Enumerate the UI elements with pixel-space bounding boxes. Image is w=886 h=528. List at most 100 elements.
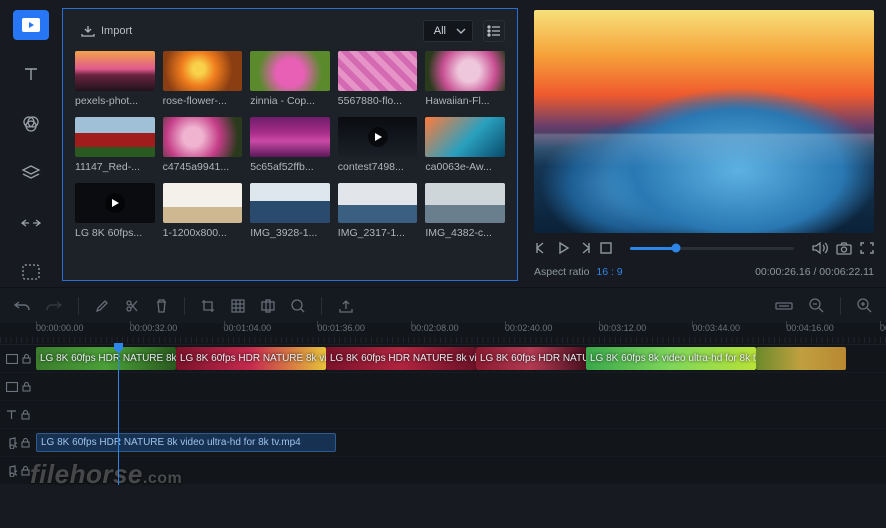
text-track xyxy=(0,401,886,429)
delete-button[interactable] xyxy=(155,299,168,313)
media-item[interactable]: LG 8K 60fps... xyxy=(75,183,155,239)
playhead[interactable] xyxy=(118,345,119,485)
media-item-label: IMG_4382-c... xyxy=(425,227,505,239)
video-track-icon xyxy=(6,354,18,364)
media-thumbnail xyxy=(75,51,155,91)
media-thumbnail xyxy=(338,117,418,157)
timeline-clip[interactable]: LG 8K 60fps 8k video ultra-hd for 8k tv.… xyxy=(586,347,756,370)
media-item[interactable]: 5c65af52ffb... xyxy=(250,117,330,173)
timeline-toolbar xyxy=(0,287,886,323)
media-thumbnail xyxy=(163,51,243,91)
media-item[interactable]: IMG_3928-1... xyxy=(250,183,330,239)
zoom-in-button[interactable] xyxy=(857,298,872,313)
stop-button[interactable] xyxy=(600,242,612,254)
export-button[interactable] xyxy=(338,299,354,313)
timeline-ruler[interactable]: 00:00:00.0000:00:32.0000:01:04.0000:01:3… xyxy=(0,323,886,345)
snapshot-button[interactable] xyxy=(836,242,852,255)
mosaic-button[interactable] xyxy=(231,299,245,313)
video-track-body[interactable]: LG 8K 60fps HDR NATURE 8k videoLG 8K 60f… xyxy=(36,345,886,372)
media-item[interactable]: 5567880-flo... xyxy=(338,51,418,107)
timeline-clip[interactable] xyxy=(756,347,846,370)
overlay-track xyxy=(0,373,886,401)
zoom-out-button[interactable] xyxy=(809,298,824,313)
lock-icon[interactable] xyxy=(21,410,30,420)
ruler-tick: 00:04:16.00 xyxy=(786,323,834,333)
media-thumbnail xyxy=(425,117,505,157)
mute-button[interactable] xyxy=(812,241,828,255)
media-item[interactable]: zinnia - Cop... xyxy=(250,51,330,107)
rail-overlays-button[interactable] xyxy=(13,159,49,189)
media-thumbnail xyxy=(250,183,330,223)
media-item-label: Hawaiian-Fl... xyxy=(425,95,505,107)
media-item[interactable]: 1-1200x800... xyxy=(163,183,243,239)
media-thumbnail xyxy=(163,117,243,157)
audio-track-icon xyxy=(6,437,17,449)
overlay-track-icon xyxy=(6,382,18,392)
media-item[interactable]: rose-flower-... xyxy=(163,51,243,107)
media-thumbnail xyxy=(250,51,330,91)
timeline-clip[interactable]: LG 8K 60fps HDR NATURE 8k video xyxy=(176,347,326,370)
lock-icon[interactable] xyxy=(21,466,30,476)
audio-clip[interactable]: LG 8K 60fps HDR NATURE 8k video ultra-hd… xyxy=(36,433,336,452)
undo-button[interactable] xyxy=(14,300,30,312)
play-button[interactable] xyxy=(556,241,570,255)
media-item[interactable]: contest7498... xyxy=(338,117,418,173)
redo-button[interactable] xyxy=(46,300,62,312)
media-thumbnail xyxy=(425,183,505,223)
media-item-label: LG 8K 60fps... xyxy=(75,227,155,239)
rail-text-button[interactable] xyxy=(13,60,49,90)
view-mode-button[interactable] xyxy=(483,20,505,42)
audio-track-body[interactable]: LG 8K 60fps HDR NATURE 8k video ultra-hd… xyxy=(36,429,886,456)
ruler-tick: 00:04:48. xyxy=(880,323,886,333)
media-item-label: 1-1200x800... xyxy=(163,227,243,239)
volume-slider[interactable] xyxy=(630,247,794,250)
media-item-label: ca0063e-Aw... xyxy=(425,161,505,173)
media-thumbnail xyxy=(425,51,505,91)
timeline-clip[interactable]: LG 8K 60fps HDR NATURE 8k video xyxy=(326,347,476,370)
preview-controls xyxy=(534,233,874,263)
media-item-label: rose-flower-... xyxy=(163,95,243,107)
ruler-tick: 00:03:12.00 xyxy=(599,323,647,333)
media-item[interactable]: IMG_2317-1... xyxy=(338,183,418,239)
lock-icon[interactable] xyxy=(22,382,31,392)
aspect-ratio-value[interactable]: 16 : 9 xyxy=(596,266,622,278)
media-item-label: pexels-phot... xyxy=(75,95,155,107)
preview-panel: Aspect ratio 16 : 9 00:00:26.16 / 00:06:… xyxy=(526,0,886,287)
prev-frame-button[interactable] xyxy=(534,242,548,254)
ruler-tick: 00:01:04.00 xyxy=(224,323,272,333)
edit-button[interactable] xyxy=(95,299,109,313)
media-item-label: c4745a9941... xyxy=(163,161,243,173)
media-item[interactable]: ca0063e-Aw... xyxy=(425,117,505,173)
media-item[interactable]: 11147_Red-... xyxy=(75,117,155,173)
next-frame-button[interactable] xyxy=(578,242,592,254)
media-panel: Import All pexels-phot... rose-flower-...… xyxy=(62,8,518,281)
media-item[interactable]: pexels-phot... xyxy=(75,51,155,107)
fit-timeline-button[interactable] xyxy=(775,300,793,312)
lock-icon[interactable] xyxy=(21,438,30,448)
ruler-tick: 00:01:36.00 xyxy=(317,323,365,333)
split-button[interactable] xyxy=(125,299,139,313)
media-item-label: IMG_3928-1... xyxy=(250,227,330,239)
overlay-track-body[interactable] xyxy=(36,373,886,400)
fullscreen-button[interactable] xyxy=(860,242,874,254)
import-button[interactable]: Import xyxy=(75,23,138,39)
audio-track-2-body[interactable] xyxy=(36,457,886,484)
freeze-frame-button[interactable] xyxy=(261,299,275,313)
timeline-clip[interactable]: LG 8K 60fps HDR NATURE 8k video xyxy=(476,347,586,370)
rail-transitions-button[interactable] xyxy=(13,208,49,238)
filter-dropdown[interactable]: All xyxy=(423,20,473,42)
media-item-label: 11147_Red-... xyxy=(75,161,155,173)
zoom-effect-button[interactable] xyxy=(291,299,305,313)
media-item-label: 5c65af52ffb... xyxy=(250,161,330,173)
text-track-body[interactable] xyxy=(36,401,886,428)
rail-filters-button[interactable] xyxy=(13,109,49,139)
rail-media-button[interactable] xyxy=(13,10,49,40)
audio-track-icon xyxy=(6,465,17,477)
crop-button[interactable] xyxy=(201,299,215,313)
media-item[interactable]: c4745a9941... xyxy=(163,117,243,173)
lock-icon[interactable] xyxy=(22,354,31,364)
rail-elements-button[interactable] xyxy=(13,258,49,288)
media-item[interactable]: IMG_4382-c... xyxy=(425,183,505,239)
media-item[interactable]: Hawaiian-Fl... xyxy=(425,51,505,107)
timeline-clip[interactable]: LG 8K 60fps HDR NATURE 8k video xyxy=(36,347,176,370)
